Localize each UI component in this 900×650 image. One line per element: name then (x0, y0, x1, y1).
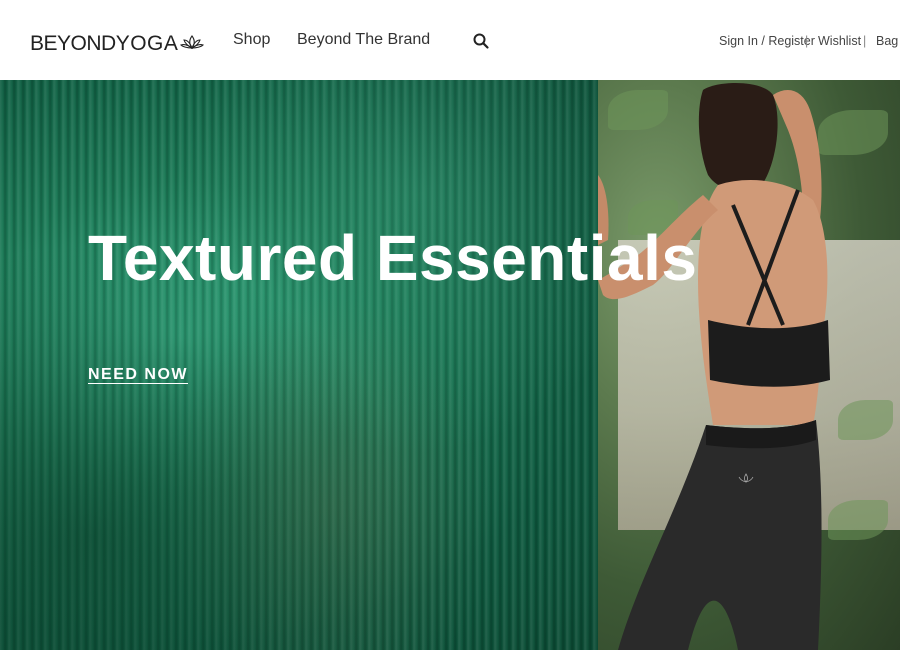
bag-link[interactable]: Bag (876, 34, 898, 48)
lotus-icon (180, 35, 205, 50)
brand-logo[interactable]: BEYONDYOGA (30, 28, 205, 58)
nav-shop[interactable]: Shop (233, 31, 270, 49)
utility-separator: | (863, 34, 867, 48)
hero-title: Textured Essentials (88, 222, 698, 294)
sign-in-register-link[interactable]: Sign In / Register (719, 34, 815, 48)
site-header: BEYONDYOGA Shop Beyond The Brand Sign In… (0, 0, 900, 80)
hero-textured-glass-background (0, 80, 600, 650)
logo-wordmark: BEYONDYOGA (30, 31, 179, 55)
wishlist-link[interactable]: Wishlist (818, 34, 861, 48)
hero-banner: Textured Essentials NEED NOW (0, 80, 900, 650)
search-icon[interactable] (472, 32, 490, 50)
utility-separator: | (805, 34, 809, 48)
model-image (598, 83, 830, 650)
nav-beyond-the-brand[interactable]: Beyond The Brand (297, 31, 430, 49)
need-now-link[interactable]: NEED NOW (88, 366, 188, 384)
